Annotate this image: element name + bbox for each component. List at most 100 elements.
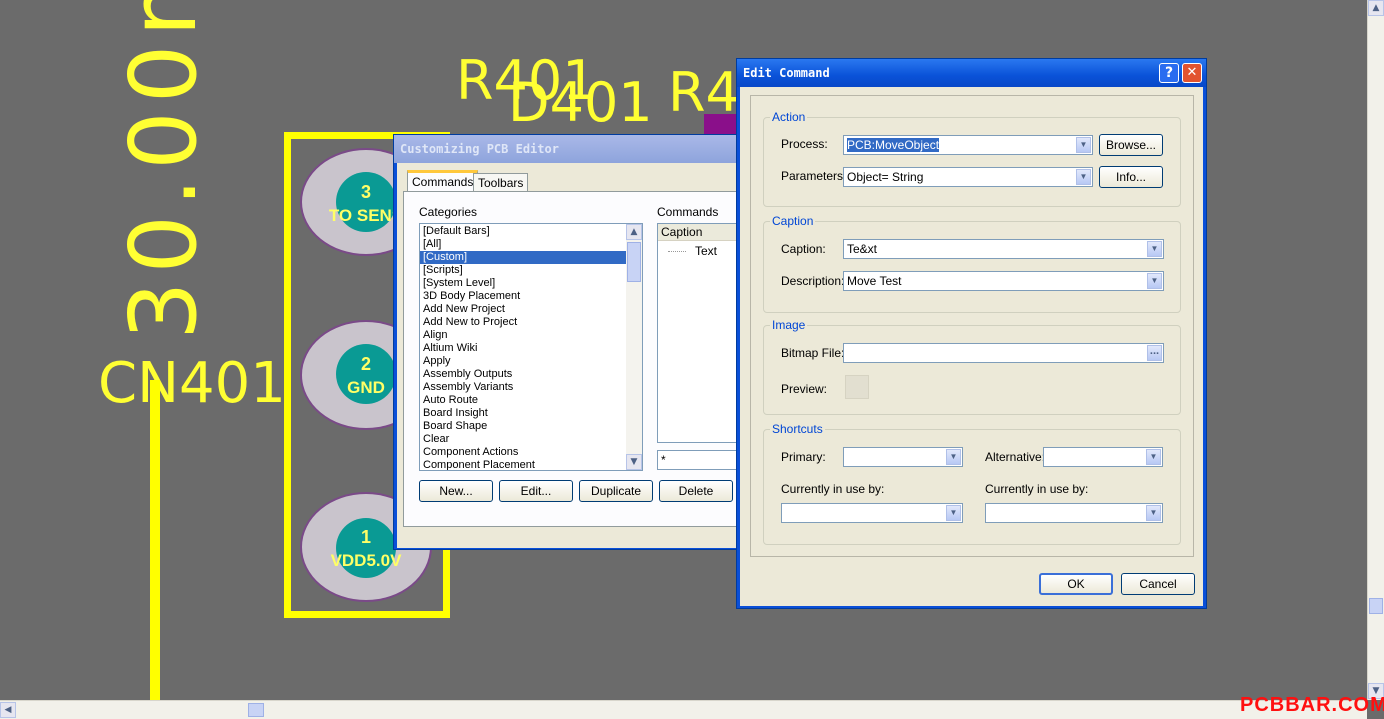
designator-r4: R4 [668, 61, 740, 124]
chevron-down-icon[interactable]: ▼ [1147, 241, 1162, 257]
category-item[interactable]: Component Actions [420, 446, 626, 459]
category-item[interactable]: [Custom] [420, 251, 626, 264]
chevron-down-icon[interactable]: ▼ [946, 449, 961, 465]
description-combo[interactable]: Move Test ▼ [843, 271, 1164, 291]
process-value: PCB:MoveObject [847, 138, 940, 152]
category-item[interactable]: Align [420, 329, 626, 342]
action-group-title: Action [770, 110, 808, 124]
bitmap-file-input[interactable]: ... [843, 343, 1164, 363]
trace [150, 380, 160, 700]
categories-scroll-down-icon[interactable]: ▼ [626, 454, 642, 470]
pad-2-net: GND [347, 378, 385, 397]
horizontal-scrollbar[interactable]: ◀ [0, 700, 1367, 719]
category-item[interactable]: 3D Body Placement [420, 290, 626, 303]
command-item-text[interactable]: Text [695, 244, 717, 258]
category-item[interactable]: [Scripts] [420, 264, 626, 277]
image-group: Image [763, 318, 1181, 415]
caption-label: Caption: [781, 242, 826, 256]
category-item[interactable]: Board Insight [420, 407, 626, 420]
cancel-button[interactable]: Cancel [1121, 573, 1195, 595]
process-combo[interactable]: PCB:MoveObject ▼ [843, 135, 1093, 155]
dimension-label: 30.00m [110, 0, 217, 340]
chevron-down-icon[interactable]: ▼ [1146, 449, 1161, 465]
tab-commands[interactable]: Commands [407, 170, 479, 192]
category-item[interactable]: Add New to Project [420, 316, 626, 329]
command-filter-input[interactable]: * [657, 450, 741, 470]
category-item[interactable]: Assembly Outputs [420, 368, 626, 381]
edit-button[interactable]: Edit... [499, 480, 573, 502]
preview-label: Preview: [781, 382, 828, 396]
close-icon[interactable]: ✕ [1182, 63, 1202, 83]
chevron-down-icon[interactable]: ▼ [1147, 273, 1162, 289]
customize-dialog-title[interactable]: Customizing PCB Editor [394, 135, 738, 163]
primary-label: Primary: [781, 450, 826, 464]
parameters-label: Parameters: [781, 169, 847, 183]
tree-connector [668, 251, 686, 252]
description-value: Move Test [847, 274, 902, 288]
alternative-in-use-label: Currently in use by: [985, 482, 1089, 496]
component-body [704, 114, 738, 134]
primary-combo[interactable]: ▼ [843, 447, 963, 467]
preview-box [845, 375, 869, 399]
scroll-up-icon[interactable]: ▲ [1368, 0, 1384, 16]
new-button[interactable]: New... [419, 480, 493, 502]
category-item[interactable]: Board Shape [420, 420, 626, 433]
ellipsis-icon[interactable]: ... [1147, 345, 1162, 361]
category-item[interactable]: Altium Wiki [420, 342, 626, 355]
tab-toolbars[interactable]: Toolbars [473, 173, 529, 193]
parameters-combo[interactable]: Object= String ▼ [843, 167, 1093, 187]
category-item[interactable]: Clear [420, 433, 626, 446]
category-item[interactable]: Add New Project [420, 303, 626, 316]
category-item[interactable]: Auto Route [420, 394, 626, 407]
commands-header[interactable]: Caption [658, 224, 740, 241]
designator-d401: D401 [508, 71, 653, 134]
chevron-down-icon[interactable]: ▼ [946, 505, 961, 521]
caption-value: Te&xt [847, 242, 878, 256]
categories-scroll-thumb[interactable] [627, 242, 641, 282]
caption-combo[interactable]: Te&xt ▼ [843, 239, 1164, 259]
categories-list[interactable]: [Default Bars] [All] [Custom] [Scripts] [Sys… [419, 223, 643, 471]
chevron-down-icon[interactable]: ▼ [1076, 169, 1091, 185]
scroll-left-icon[interactable]: ◀ [0, 702, 16, 718]
info-button[interactable]: Info... [1099, 166, 1163, 188]
image-group-title: Image [770, 318, 808, 332]
alternative-combo[interactable]: ▼ [1043, 447, 1163, 467]
caption-group: Caption [763, 214, 1181, 313]
delete-button[interactable]: Delete [659, 480, 733, 502]
primary-in-use-label: Currently in use by: [781, 482, 885, 496]
category-item[interactable]: [Default Bars] [420, 225, 626, 238]
chevron-down-icon[interactable]: ▼ [1076, 137, 1091, 153]
category-item[interactable]: [System Level] [420, 277, 626, 290]
category-item[interactable]: [All] [420, 238, 626, 251]
customize-dialog-body: Commands Toolbars Categories Commands [D… [397, 163, 743, 548]
categories-scroll-up-icon[interactable]: ▲ [626, 224, 642, 240]
ok-button[interactable]: OK [1039, 573, 1113, 595]
browse-button[interactable]: Browse... [1099, 134, 1163, 156]
alternative-in-use-combo[interactable]: ▼ [985, 503, 1163, 523]
duplicate-button[interactable]: Duplicate [579, 480, 653, 502]
chevron-down-icon[interactable]: ▼ [1146, 505, 1161, 521]
bitmap-file-label: Bitmap File: [781, 346, 845, 360]
edit-command-dialog: Edit Command ? ✕ Action Process: PCB:Mov… [736, 58, 1207, 609]
categories-scrollbar[interactable]: ▲ ▼ [626, 224, 642, 470]
watermark: PCBBAR.COM [1240, 694, 1384, 716]
designator-cn401: CN401 [98, 351, 286, 416]
vertical-scrollbar[interactable]: ▲ ▼ [1367, 0, 1384, 700]
primary-in-use-combo[interactable]: ▼ [781, 503, 963, 523]
pad-1-net: VDD5.0V [330, 551, 402, 570]
edit-command-body: Action Process: PCB:MoveObject ▼ Browse.… [740, 87, 1203, 606]
description-label: Description: [781, 274, 845, 288]
commands-label: Commands [657, 205, 719, 219]
shortcuts-group-title: Shortcuts [770, 422, 825, 436]
help-button[interactable]: ? [1159, 63, 1179, 83]
edit-command-title[interactable]: Edit Command [737, 59, 1206, 87]
pad-3-number: 3 [360, 182, 371, 202]
horizontal-scroll-thumb[interactable] [248, 703, 264, 717]
category-item[interactable]: Assembly Variants [420, 381, 626, 394]
vertical-scroll-thumb[interactable] [1369, 598, 1383, 614]
category-item[interactable]: Component Placement [420, 459, 626, 470]
commands-list[interactable]: Caption Text [657, 223, 741, 443]
pad-1-number: 1 [360, 527, 371, 547]
category-item[interactable]: Apply [420, 355, 626, 368]
customize-dialog: Customizing PCB Editor Commands Toolbars… [393, 134, 743, 550]
